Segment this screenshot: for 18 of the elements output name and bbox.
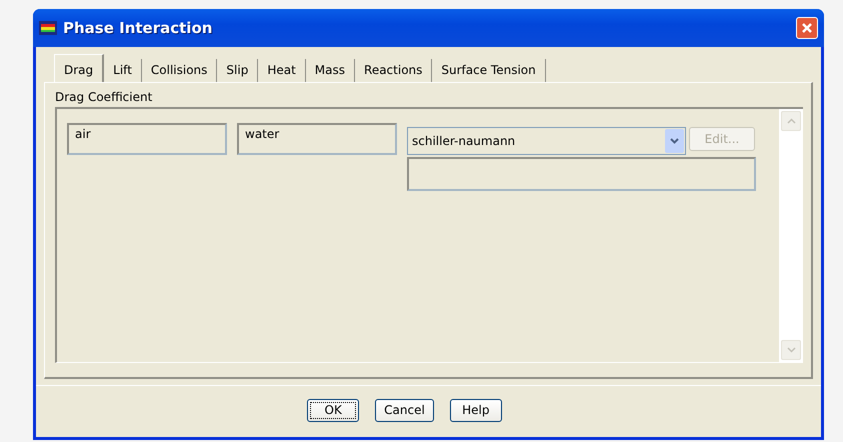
scrollbar[interactable] xyxy=(779,109,803,362)
tab[interactable]: Drag xyxy=(54,54,104,82)
dialog-button[interactable]: Cancel xyxy=(375,398,434,422)
phase-field: air xyxy=(67,123,227,155)
dialog-button[interactable]: Help xyxy=(450,398,502,422)
window-title: Phase Interaction xyxy=(63,19,214,37)
section-heading: Drag Coefficient xyxy=(55,89,154,106)
dialog-button[interactable]: OK xyxy=(307,398,360,422)
chevron-up-icon xyxy=(786,118,796,124)
close-button[interactable] xyxy=(796,17,818,39)
phase-field: water xyxy=(237,123,397,155)
dropdown-value: schiller-naumann xyxy=(412,134,516,148)
text-field[interactable] xyxy=(407,157,756,191)
app-icon xyxy=(39,21,57,35)
close-icon xyxy=(801,22,813,34)
chevron-down-icon xyxy=(670,138,679,144)
chevron-down-icon xyxy=(786,347,796,353)
dropdown[interactable]: schiller-naumann xyxy=(407,127,686,155)
